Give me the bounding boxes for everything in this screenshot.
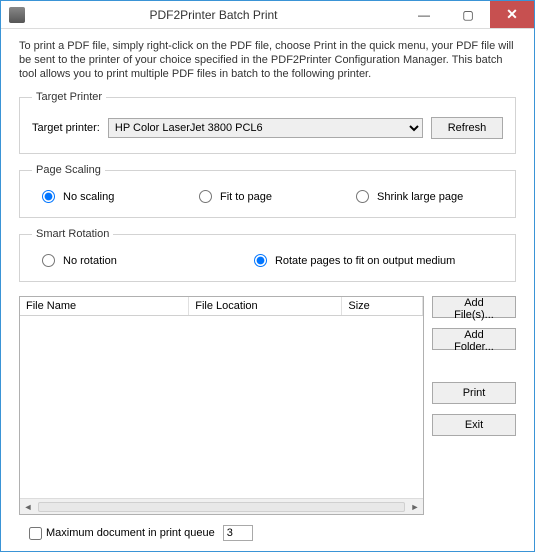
fit-to-page-radio-label[interactable]: Fit to page — [189, 190, 346, 203]
close-button[interactable]: ✕ — [490, 1, 534, 28]
smart-rotation-legend: Smart Rotation — [32, 228, 113, 240]
rotate-fit-text: Rotate pages to fit on output medium — [275, 255, 455, 267]
window-controls: — ▢ ✕ — [402, 1, 534, 28]
max-queue-checkbox[interactable] — [29, 527, 42, 540]
maximize-button[interactable]: ▢ — [446, 1, 490, 28]
scroll-track[interactable] — [38, 502, 405, 512]
app-icon — [9, 7, 25, 23]
window-title: PDF2Printer Batch Print — [25, 8, 402, 22]
smart-rotation-group: Smart Rotation No rotation Rotate pages … — [19, 228, 516, 282]
no-scaling-radio-label[interactable]: No scaling — [32, 190, 189, 203]
no-rotation-radio[interactable] — [42, 254, 55, 267]
footer-row: Maximum document in print queue — [19, 525, 516, 541]
fit-to-page-radio[interactable] — [199, 190, 212, 203]
fit-to-page-text: Fit to page — [220, 191, 272, 203]
file-list-header: File Name File Location Size — [20, 297, 423, 316]
button-spacer — [432, 360, 516, 372]
column-file-location[interactable]: File Location — [189, 297, 342, 315]
scroll-left-icon[interactable]: ◄ — [20, 502, 36, 512]
max-queue-input[interactable] — [223, 525, 253, 541]
shrink-large-radio[interactable] — [356, 190, 369, 203]
max-queue-checkbox-label[interactable]: Maximum document in print queue — [19, 527, 215, 540]
column-file-name[interactable]: File Name — [20, 297, 189, 315]
page-scaling-group: Page Scaling No scaling Fit to page Shri… — [19, 164, 516, 218]
description-text: To print a PDF file, simply right-click … — [19, 39, 516, 81]
target-printer-legend: Target Printer — [32, 91, 106, 103]
file-list-body — [20, 316, 423, 498]
file-list: File Name File Location Size ◄ ► — [19, 296, 424, 515]
shrink-large-text: Shrink large page — [377, 191, 463, 203]
minimize-button[interactable]: — — [402, 1, 446, 28]
refresh-button[interactable]: Refresh — [431, 117, 503, 139]
window: PDF2Printer Batch Print — ▢ ✕ To print a… — [0, 0, 535, 552]
no-rotation-radio-label[interactable]: No rotation — [32, 254, 244, 267]
no-scaling-text: No scaling — [63, 191, 114, 203]
print-button[interactable]: Print — [432, 382, 516, 404]
side-buttons: Add File(s)... Add Folder... Print Exit — [432, 296, 516, 515]
page-scaling-legend: Page Scaling — [32, 164, 105, 176]
content: To print a PDF file, simply right-click … — [1, 29, 534, 551]
titlebar: PDF2Printer Batch Print — ▢ ✕ — [1, 1, 534, 29]
horizontal-scrollbar[interactable]: ◄ ► — [20, 498, 423, 514]
scroll-right-icon[interactable]: ► — [407, 502, 423, 512]
target-printer-group: Target Printer Target printer: HP Color … — [19, 91, 516, 154]
shrink-large-radio-label[interactable]: Shrink large page — [346, 190, 503, 203]
exit-button[interactable]: Exit — [432, 414, 516, 436]
no-rotation-text: No rotation — [63, 255, 117, 267]
column-size[interactable]: Size — [342, 297, 423, 315]
target-printer-select[interactable]: HP Color LaserJet 3800 PCL6 — [108, 118, 423, 138]
target-printer-label: Target printer: — [32, 122, 100, 134]
add-folder-button[interactable]: Add Folder... — [432, 328, 516, 350]
rotate-fit-radio[interactable] — [254, 254, 267, 267]
file-area: File Name File Location Size ◄ ► Add Fil… — [19, 296, 516, 515]
max-queue-text: Maximum document in print queue — [46, 527, 215, 539]
no-scaling-radio[interactable] — [42, 190, 55, 203]
rotate-fit-radio-label[interactable]: Rotate pages to fit on output medium — [244, 254, 503, 267]
add-files-button[interactable]: Add File(s)... — [432, 296, 516, 318]
